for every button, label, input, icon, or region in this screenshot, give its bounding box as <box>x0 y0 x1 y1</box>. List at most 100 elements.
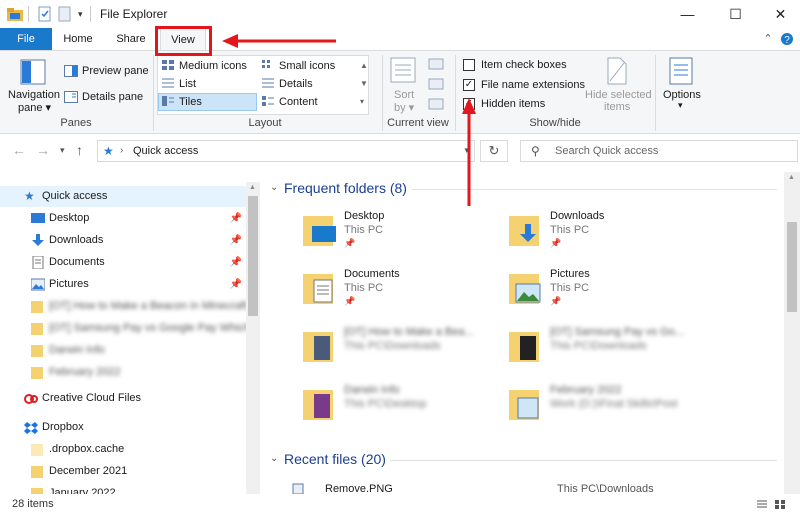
folder-icon <box>303 390 333 420</box>
minimize-button[interactable]: — <box>665 0 710 28</box>
tab-file[interactable]: File <box>0 28 52 50</box>
folder-tile-recent[interactable]: February 2022 Work (D:)\Final Skills\Pos… <box>508 384 708 436</box>
nav-item-quick-access[interactable]: ★ Quick access <box>0 186 246 207</box>
layout-medium-icons[interactable]: Medium icons <box>179 60 247 72</box>
layout-scroll-icon[interactable]: ▲ ▼ ▾ <box>360 57 368 111</box>
content-scroll-thumb[interactable] <box>787 222 797 312</box>
hide-selected-items-label-2[interactable]: items <box>604 101 630 113</box>
content-scrollbar[interactable]: ▲ <box>784 172 800 494</box>
address-path[interactable]: Quick access <box>133 145 198 157</box>
details-icon <box>262 78 274 88</box>
small-icons-icon <box>262 60 270 68</box>
folder-tile-recent[interactable]: [OT] Samsung Pay vs Go... This PC\Downlo… <box>508 326 708 378</box>
dropbox-icon <box>24 422 38 434</box>
nav-item-december-2021[interactable]: December 2021 <box>0 461 246 482</box>
breadcrumb-chevron-icon[interactable]: › <box>120 145 123 156</box>
navigation-pane: ★ Quick access Desktop 📌 Downloads 📌 Doc… <box>0 182 260 494</box>
content-area: ⌄ Frequent folders (8) Desktop This PC 📌… <box>262 172 784 494</box>
large-icons-view-icon[interactable] <box>774 499 786 510</box>
tab-home[interactable]: Home <box>55 28 101 50</box>
folder-icon <box>31 323 43 335</box>
folder-tile-pictures[interactable]: Pictures This PC 📌 <box>508 268 708 320</box>
hidden-items-label[interactable]: Hidden items <box>481 98 545 110</box>
nav-item-desktop[interactable]: Desktop 📌 <box>0 208 246 229</box>
refresh-icon[interactable]: ↻ <box>480 140 508 162</box>
scroll-up-icon[interactable]: ▲ <box>788 174 795 181</box>
customize-quick-access-icon[interactable]: ▾ <box>78 6 83 22</box>
layout-small-icons[interactable]: Small icons <box>279 60 335 72</box>
help-icon[interactable]: ? <box>780 32 794 46</box>
size-columns-icon[interactable] <box>428 97 446 111</box>
documents-folder-icon <box>303 274 333 304</box>
collapse-icon[interactable]: ⌄ <box>270 182 278 193</box>
window-title: File Explorer <box>100 7 168 21</box>
desktop-folder-icon <box>303 216 336 246</box>
separator <box>655 55 656 131</box>
back-arrow-icon[interactable]: ← <box>12 142 26 158</box>
downloads-icon <box>32 234 44 246</box>
nav-item-dropbox-cache[interactable]: .dropbox.cache <box>0 439 246 460</box>
desktop-icon <box>31 213 45 223</box>
navigation-pane-button-label-2[interactable]: pane ▾ <box>18 101 51 114</box>
image-file-icon <box>292 483 304 494</box>
nav-item-folder[interactable]: February 2022 <box>0 362 246 383</box>
show-hide-group-label: Show/hide <box>529 117 581 129</box>
nav-scrollbar[interactable]: ▲ <box>246 182 260 494</box>
options-caret-icon[interactable]: ▾ <box>678 100 683 111</box>
add-columns-icon[interactable] <box>428 77 446 91</box>
recent-file-row[interactable]: Remove.PNG This PC\Downloads <box>292 483 772 494</box>
folder-tile-recent[interactable]: Darwin Info This PC\Desktop <box>302 384 502 436</box>
recent-files-header[interactable]: Recent files (20) <box>284 451 386 467</box>
nav-item-january-2022[interactable]: January 2022 <box>0 483 246 494</box>
quick-access-star-icon: ★ <box>24 189 35 203</box>
chevron-up-icon[interactable]: ⌃ <box>760 28 776 50</box>
sort-by-label-2[interactable]: by ▾ <box>394 101 414 114</box>
nav-item-folder[interactable]: [OT] Samsung Pay vs Google Pay Which <box>0 318 250 339</box>
navigation-pane-button[interactable]: Navigation <box>8 89 60 101</box>
ribbon-tabs: File Home Share View ⌃ ? <box>0 28 800 50</box>
nav-item-pictures[interactable]: Pictures 📌 <box>0 274 246 295</box>
nav-item-folder[interactable]: Darwin Info <box>0 340 246 361</box>
status-bar: 28 items <box>0 494 800 515</box>
sort-by-button[interactable]: Sort <box>394 89 414 101</box>
layout-list[interactable]: List <box>179 78 196 90</box>
item-check-boxes-label[interactable]: Item check boxes <box>481 59 567 71</box>
nav-scroll-thumb[interactable] <box>248 196 258 316</box>
search-input[interactable]: ⚲ Search Quick access <box>520 140 798 162</box>
layout-content[interactable]: Content <box>279 96 318 108</box>
file-name-extensions-checkbox[interactable]: ✓ <box>463 79 475 91</box>
nav-item-documents[interactable]: Documents 📌 <box>0 252 246 273</box>
nav-item-dropbox[interactable]: Dropbox <box>0 417 246 438</box>
up-arrow-icon[interactable]: ↑ <box>76 142 83 158</box>
folder-tile-recent[interactable]: [OT] How to Make a Bea... This PC\Downlo… <box>302 326 502 378</box>
documents-icon <box>32 256 44 269</box>
recent-locations-icon[interactable]: ▾ <box>60 145 65 156</box>
nav-item-folder[interactable]: [OT] How to Make a Beacon in Minecraft <box>0 296 247 317</box>
new-folder-icon[interactable] <box>58 6 72 22</box>
preview-pane-button[interactable]: Preview pane <box>82 65 149 77</box>
layout-details[interactable]: Details <box>279 78 313 90</box>
nav-item-creative-cloud-files[interactable]: Creative Cloud Files <box>0 388 246 409</box>
collapse-icon[interactable]: ⌄ <box>270 453 278 464</box>
folder-icon <box>303 332 333 362</box>
folder-tile-downloads[interactable]: Downloads This PC 📌 <box>508 210 708 262</box>
properties-icon[interactable] <box>38 6 52 22</box>
folder-tile-documents[interactable]: Documents This PC 📌 <box>302 268 502 320</box>
details-pane-button[interactable]: Details pane <box>82 91 143 103</box>
frequent-folders-header[interactable]: Frequent folders (8) <box>284 180 407 196</box>
address-bar[interactable]: ★ › Quick access ▾ <box>97 140 475 162</box>
close-button[interactable]: ✕ <box>758 0 800 28</box>
details-view-icon[interactable] <box>756 499 768 510</box>
layout-tiles[interactable]: Tiles <box>179 96 202 108</box>
hide-selected-items-button[interactable]: Hide selected <box>585 89 652 101</box>
scroll-up-icon[interactable]: ▲ <box>249 184 256 191</box>
file-name-extensions-label[interactable]: File name extensions <box>481 79 585 91</box>
tab-share[interactable]: Share <box>108 28 154 50</box>
group-by-icon[interactable] <box>428 57 446 71</box>
maximize-button[interactable]: ☐ <box>713 0 758 28</box>
nav-item-downloads[interactable]: Downloads 📌 <box>0 230 246 251</box>
hide-selected-items-icon <box>607 57 627 85</box>
folder-tile-desktop[interactable]: Desktop This PC 📌 <box>302 210 502 262</box>
forward-arrow-icon[interactable]: → <box>36 142 50 158</box>
item-check-boxes-checkbox[interactable] <box>463 59 475 71</box>
